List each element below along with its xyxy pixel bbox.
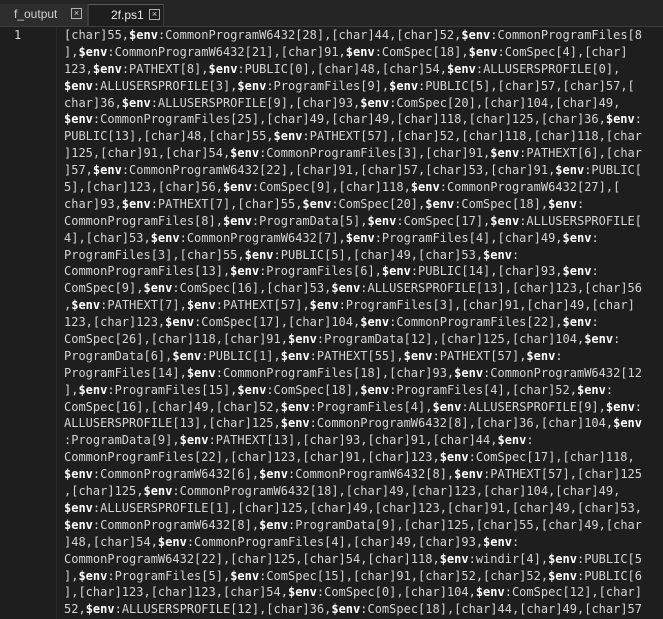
code-line: CommonProgramFiles[13],$env:ProgramFiles… (64, 264, 599, 279)
close-icon[interactable]: × (71, 8, 82, 19)
code-editor[interactable]: 1 [char]55,$env:CommonProgramW6432[28],[… (0, 27, 663, 619)
code-line: ProgramData[6],$env:PUBLIC[1],$env:PATHE… (64, 348, 563, 363)
code-line: ,$env:PATHEXT[7],$env:PATHEXT[57],$env:P… (64, 298, 635, 313)
code-line: 52,$env:ALLUSERSPROFILE[12],[char]36,$en… (64, 602, 643, 617)
line-number-gutter: 1 (0, 27, 57, 619)
code-line: ComSpec[9],$env:ComSpec[16],[char]53,$en… (64, 281, 643, 296)
code-line: 123,$env:PATHEXT[8],$env:PUBLIC[0],[char… (64, 61, 621, 76)
code-line: 5],[char]123,[char]56,$env:ComSpec[9],[c… (64, 180, 621, 195)
tab-bar: f_output × 2f.ps1 × (0, 0, 663, 27)
code-line: ProgramFiles[14],$env:CommonProgramFiles… (64, 365, 643, 380)
code-line: ],[char]123,[char]123,[char]54,$env:ComS… (64, 585, 643, 600)
tab-f-output[interactable]: f_output × (0, 4, 88, 26)
code-line: ],$env:CommonProgramW6432[21],[char]91,$… (64, 44, 628, 59)
code-line: ],$env:ProgramFiles[15],$env:ComSpec[18]… (64, 382, 614, 397)
code-line: CommonProgramFiles[8],$env:ProgramData[5… (64, 213, 643, 228)
code-line: 123,[char]123,$env:ComSpec[17],[char]104… (64, 315, 599, 330)
code-line: $env:ALLUSERSPROFILE[3],$env:ProgramFile… (64, 78, 635, 93)
code-line: 4],[char]53,$env:CommonProgramW6432[7],$… (64, 230, 599, 245)
code-line: ]57,$env:CommonProgramW6432[22],[char]91… (64, 163, 642, 178)
code-line: ,[char]125,$env:CommonProgramW6432[18],[… (64, 484, 621, 499)
code-line: CommonProgramFiles[22],[char]123,[char]9… (64, 450, 635, 465)
code-line: ],$env:ProgramFiles[5],$env:ComSpec[15],… (64, 568, 643, 583)
code-line: char]93,$env:PATHEXT[7],[char]55,$env:Co… (64, 196, 585, 211)
code-line: ALLUSERSPROFILE[13],[char]125,$env:Commo… (64, 416, 642, 431)
code-line: $env:CommonProgramW6432[6],$env:CommonPr… (64, 467, 643, 482)
code-line: ]125,[char]91,[char]54,$env:CommonProgra… (64, 146, 642, 161)
code-line: [char]55,$env:CommonProgramW6432[28],[ch… (64, 28, 642, 42)
code-line: ProgramFiles[3],[char]55,$env:PUBLIC[5],… (64, 247, 520, 262)
code-line: $env:CommonProgramW6432[8],$env:ProgramD… (64, 517, 642, 532)
tab-label: f_output (14, 7, 58, 21)
code-line: ]48,[char]54,$env:CommonProgramFiles[4],… (64, 534, 520, 549)
line-number: 1 (14, 28, 22, 42)
tab-2f-ps1[interactable]: 2f.ps1 × (88, 4, 164, 26)
close-icon[interactable]: × (149, 9, 160, 20)
code-line: char]36,$env:ALLUSERSPROFILE[9],[char]93… (64, 95, 621, 110)
code-content[interactable]: [char]55,$env:CommonProgramW6432[28],[ch… (64, 27, 660, 618)
code-line: :ProgramData[9],$env:PATHEXT[13],[char]9… (64, 433, 534, 448)
code-line: CommonProgramW6432[22],[char]125,[char]5… (64, 551, 643, 566)
tab-label: 2f.ps1 (111, 8, 144, 22)
code-line: $env:CommonProgramFiles[25],[char]49,[ch… (64, 112, 642, 127)
code-line: $env:ALLUSERSPROFILE[1],[char]125,[char]… (64, 500, 642, 515)
code-line: ComSpec[16],[char]49,[char]52,$env:Progr… (64, 399, 643, 414)
code-line: PUBLIC[13],[char]48,[char]55,$env:PATHEX… (64, 129, 642, 144)
code-line: ComSpec[26],[char]118,[char]91,$env:Prog… (64, 332, 621, 347)
